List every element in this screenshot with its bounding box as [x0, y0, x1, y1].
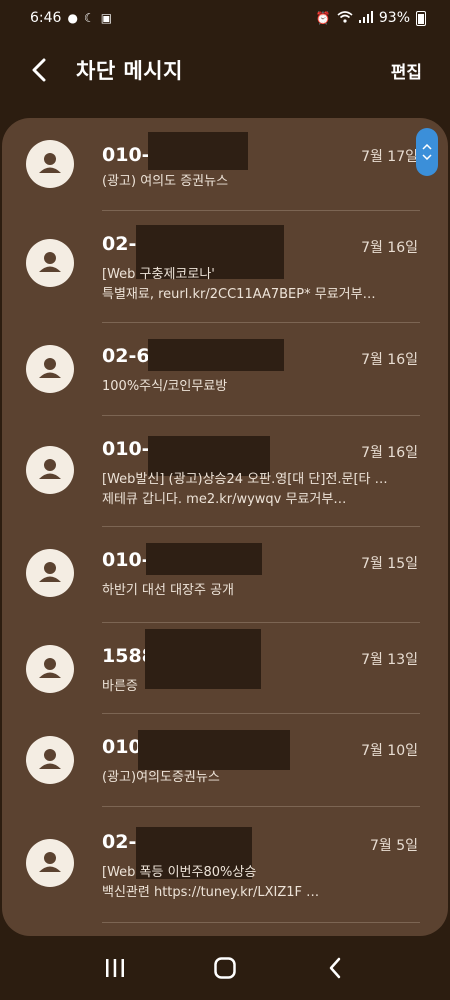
avatar — [26, 549, 74, 597]
battery-percent: 93% — [378, 10, 410, 26]
avatar — [26, 239, 74, 287]
status-time: 6:46 — [30, 10, 62, 26]
message-date: 7월 16일 — [361, 352, 418, 368]
sender-number: 02- — [102, 233, 137, 255]
sender-number: 02-6 — [102, 345, 150, 367]
redacted-block — [148, 339, 284, 371]
battery-icon — [416, 10, 426, 26]
message-preview: 하반기 대선 대장주 공개 — [102, 583, 234, 598]
wifi-icon — [337, 11, 353, 25]
fast-scroll-handle[interactable] — [416, 128, 438, 176]
page-title: 차단 메시지 — [76, 59, 183, 83]
sender-number: 010- — [102, 144, 150, 166]
edit-button[interactable]: 편집 — [391, 58, 422, 83]
message-preview: 100%주식/코인무료방 — [102, 379, 228, 394]
sender-number: 010- — [102, 438, 150, 460]
avatar — [26, 839, 74, 887]
list-item[interactable]: 02- 7월 5일 [Web 폭등 이번주80%상승 백신관련 https://… — [2, 807, 448, 922]
person-icon — [39, 153, 61, 173]
message-date: 7월 15일 — [361, 556, 418, 572]
list-item[interactable]: 02-6 7월 16일 100%주식/코인무료방 — [2, 323, 448, 415]
status-left: 6:46 ● ☾ ▣ — [30, 10, 112, 26]
sender-number: 010- — [102, 549, 150, 571]
list-item[interactable]: 02- 7월 16일 [Web 구충제코로나' 특별재료, reurl.kr/2… — [2, 211, 448, 322]
message-preview: [Web발신] (광고)상승24 오판.영[대 단]전.문[타 vip — [102, 472, 392, 487]
recent-apps-icon — [106, 959, 124, 977]
message-date: 7월 17일 — [361, 149, 418, 165]
back-nav-button[interactable] — [315, 948, 355, 988]
person-icon — [39, 252, 61, 272]
redacted-block — [146, 543, 262, 575]
message-date: 7월 13일 — [361, 652, 418, 668]
message-preview: 특별재료, reurl.kr/2CC11AA7BEP* 무료거부… — [102, 287, 376, 302]
person-icon — [39, 658, 61, 678]
list-item[interactable]: 010- 7월 10일 (광고)여의도증권뉴스 — [2, 714, 448, 806]
navigation-bar — [0, 936, 450, 1000]
sender-number: 02- — [102, 831, 137, 853]
home-button[interactable] — [205, 948, 245, 988]
avatar — [26, 140, 74, 188]
gallery-icon: ▣ — [100, 11, 113, 25]
message-preview: [Web 폭등 이번주80%상승 — [102, 865, 257, 880]
redacted-block — [148, 132, 248, 170]
blocked-message-list: 010- 7월 17일 (광고) 여의도 증권뉴스 02- 7월 16일 [We… — [2, 118, 448, 936]
person-icon — [39, 358, 61, 378]
signal-icon — [358, 11, 373, 25]
app-header: 차단 메시지 편집 — [0, 40, 450, 100]
person-icon — [39, 459, 61, 479]
list-item[interactable]: 010- 7월 16일 [Web발신] (광고)상승24 오판.영[대 단]전.… — [2, 416, 448, 526]
chevron-down-icon — [422, 154, 432, 160]
list-item[interactable]: 1588 7월 13일 바른증 — [2, 623, 448, 713]
message-preview: 백신관련 https://tuney.kr/LXIZ1F … — [102, 885, 320, 900]
alarm-icon: ⏰ — [315, 11, 331, 25]
avatar — [26, 345, 74, 393]
message-preview: 제테큐 갑니다. me2.kr/wywqv 무료거부… — [102, 492, 347, 507]
chevron-up-icon — [422, 144, 432, 150]
message-preview: (광고) 여의도 증권뉴스 — [102, 174, 229, 189]
message-preview: 바른증 — [102, 679, 138, 694]
moon-icon: ☾ — [83, 11, 95, 25]
message-preview: (광고)여의도증권뉴스 — [102, 770, 220, 785]
back-icon — [329, 957, 341, 979]
redacted-block — [145, 629, 261, 689]
avatar — [26, 736, 74, 784]
redacted-block — [138, 730, 290, 770]
list-item[interactable]: 010- 7월 15일 하반기 대선 대장주 공개 — [2, 527, 448, 622]
avatar — [26, 446, 74, 494]
person-icon — [39, 749, 61, 769]
divider — [102, 922, 420, 923]
home-icon — [214, 957, 236, 979]
message-preview: [Web 구충제코로나' — [102, 267, 215, 282]
avatar — [26, 645, 74, 693]
chevron-left-icon — [32, 58, 46, 82]
person-icon — [39, 562, 61, 582]
list-item[interactable]: 010- 7월 17일 (광고) 여의도 증권뉴스 — [2, 118, 448, 210]
person-icon — [39, 852, 61, 872]
message-date: 7월 10일 — [361, 743, 418, 759]
status-bar: 6:46 ● ☾ ▣ ⏰ 93% — [0, 0, 450, 36]
notification-icon: ● — [67, 11, 78, 25]
message-date: 7월 16일 — [361, 445, 418, 461]
status-right: ⏰ 93% — [316, 10, 426, 26]
message-date: 7월 16일 — [361, 240, 418, 256]
recent-apps-button[interactable] — [95, 948, 135, 988]
back-button[interactable] — [30, 50, 56, 90]
message-date: 7월 5일 — [369, 838, 418, 854]
